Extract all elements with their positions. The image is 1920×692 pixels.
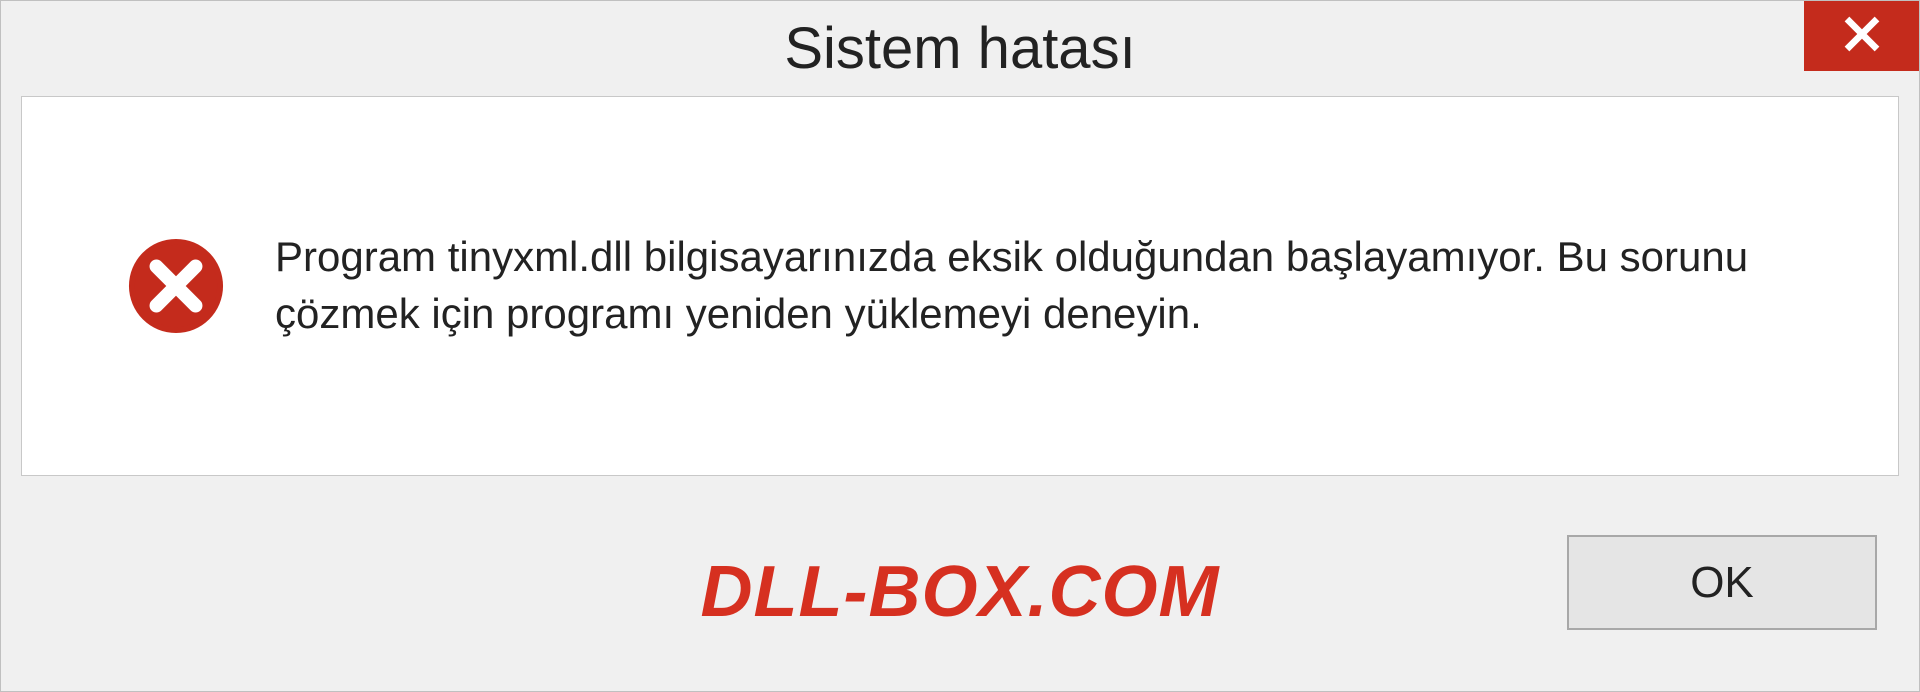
close-icon <box>1843 15 1881 58</box>
content-panel: Program tinyxml.dll bilgisayarınızda eks… <box>21 96 1899 476</box>
error-dialog: Sistem hatası Program tinyxml.dll bilgis… <box>0 0 1920 692</box>
dialog-title: Sistem hatası <box>784 15 1135 82</box>
error-icon <box>127 237 225 335</box>
title-bar: Sistem hatası <box>1 1 1919 96</box>
close-button[interactable] <box>1804 1 1919 71</box>
error-message: Program tinyxml.dll bilgisayarınızda eks… <box>275 229 1818 342</box>
ok-button[interactable]: OK <box>1567 535 1877 630</box>
watermark-text: DLL-BOX.COM <box>701 551 1220 633</box>
dialog-footer: DLL-BOX.COM OK <box>1 506 1919 691</box>
